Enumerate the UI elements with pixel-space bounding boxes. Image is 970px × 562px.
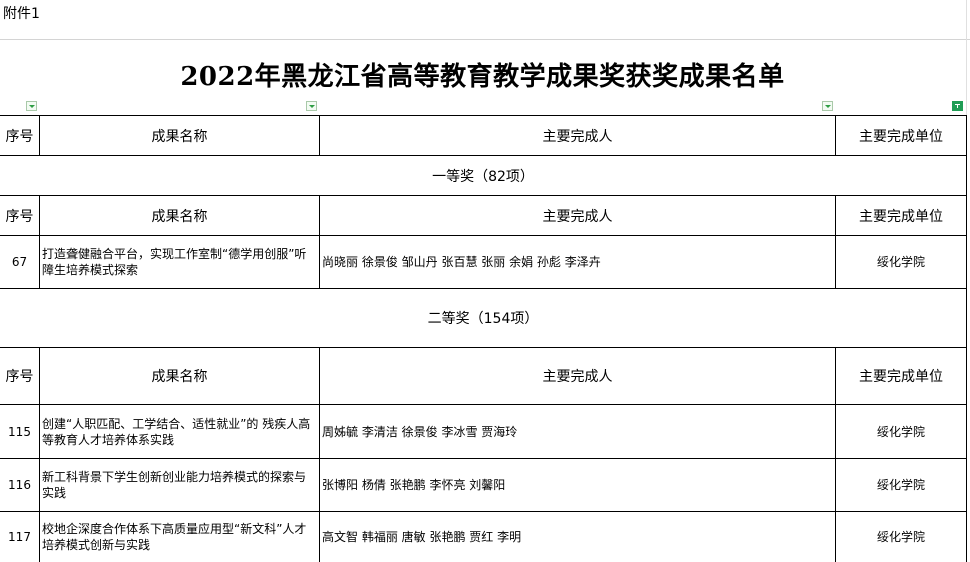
header-index[interactable]: 序号 (0, 116, 39, 155)
row-unit[interactable]: 绥化学院 (836, 459, 966, 511)
header-unit[interactable]: 主要完成单位 (836, 348, 966, 404)
header-people[interactable]: 主要完成人 (320, 196, 835, 235)
row-index[interactable]: 117 (0, 512, 39, 562)
filter-dropdown-icon[interactable] (306, 101, 317, 111)
section-title-first-prize[interactable]: 一等奖（82项） (0, 156, 966, 195)
row-achievement-name[interactable]: 校地企深度合作体系下高质量应用型“新文科”人才培养模式创新与实践 (40, 512, 319, 562)
filter-dropdown-icon[interactable] (26, 101, 37, 111)
filter-dropdown-icon[interactable] (822, 101, 833, 111)
header-people[interactable]: 主要完成人 (320, 116, 835, 155)
row-people[interactable]: 周姊毓 李清洁 徐景俊 李冰雪 贾海玲 (320, 405, 835, 458)
filter-active-icon[interactable] (952, 101, 963, 111)
row-index[interactable]: 115 (0, 405, 39, 458)
section-title-second-prize[interactable]: 二等奖（154项） (0, 289, 966, 347)
sheet-divider (0, 39, 970, 40)
header-unit[interactable]: 主要完成单位 (836, 196, 966, 235)
header-people[interactable]: 主要完成人 (320, 348, 835, 404)
attachment-label: 附件1 (3, 6, 40, 22)
row-people[interactable]: 尚晓丽 徐景俊 邹山丹 张百慧 张丽 余娟 孙彪 李泽卉 (320, 236, 835, 288)
header-name[interactable]: 成果名称 (40, 196, 319, 235)
row-index[interactable]: 67 (0, 236, 39, 288)
table-border (966, 347, 967, 562)
header-name[interactable]: 成果名称 (40, 348, 319, 404)
header-index[interactable]: 序号 (0, 348, 39, 404)
row-achievement-name[interactable]: 新工科背景下学生创新创业能力培养模式的探索与实践 (40, 459, 319, 511)
row-people[interactable]: 高文智 韩福丽 唐敏 张艳鹏 贾红 李明 (320, 512, 835, 562)
row-unit[interactable]: 绥化学院 (836, 405, 966, 458)
header-name[interactable]: 成果名称 (40, 116, 319, 155)
header-index[interactable]: 序号 (0, 196, 39, 235)
header-unit[interactable]: 主要完成单位 (836, 116, 966, 155)
row-index[interactable]: 116 (0, 459, 39, 511)
row-achievement-name[interactable]: 创建“人职匹配、工学结合、适性就业”的 残疾人高等教育人才培养体系实践 (40, 405, 319, 458)
table-border (966, 195, 967, 288)
page-title: 2022年黑龙江省高等教育教学成果奖获奖成果名单 (180, 62, 785, 92)
table-border (966, 155, 967, 195)
row-achievement-name[interactable]: 打造聋健融合平台，实现工作室制“德学用创服”听障生培养模式探索 (40, 236, 319, 288)
table-border (966, 288, 967, 347)
row-unit[interactable]: 绥化学院 (836, 512, 966, 562)
table-border (966, 115, 967, 155)
row-unit[interactable]: 绥化学院 (836, 236, 966, 288)
row-people[interactable]: 张博阳 杨倩 张艳鹏 李怀亮 刘馨阳 (320, 459, 835, 511)
